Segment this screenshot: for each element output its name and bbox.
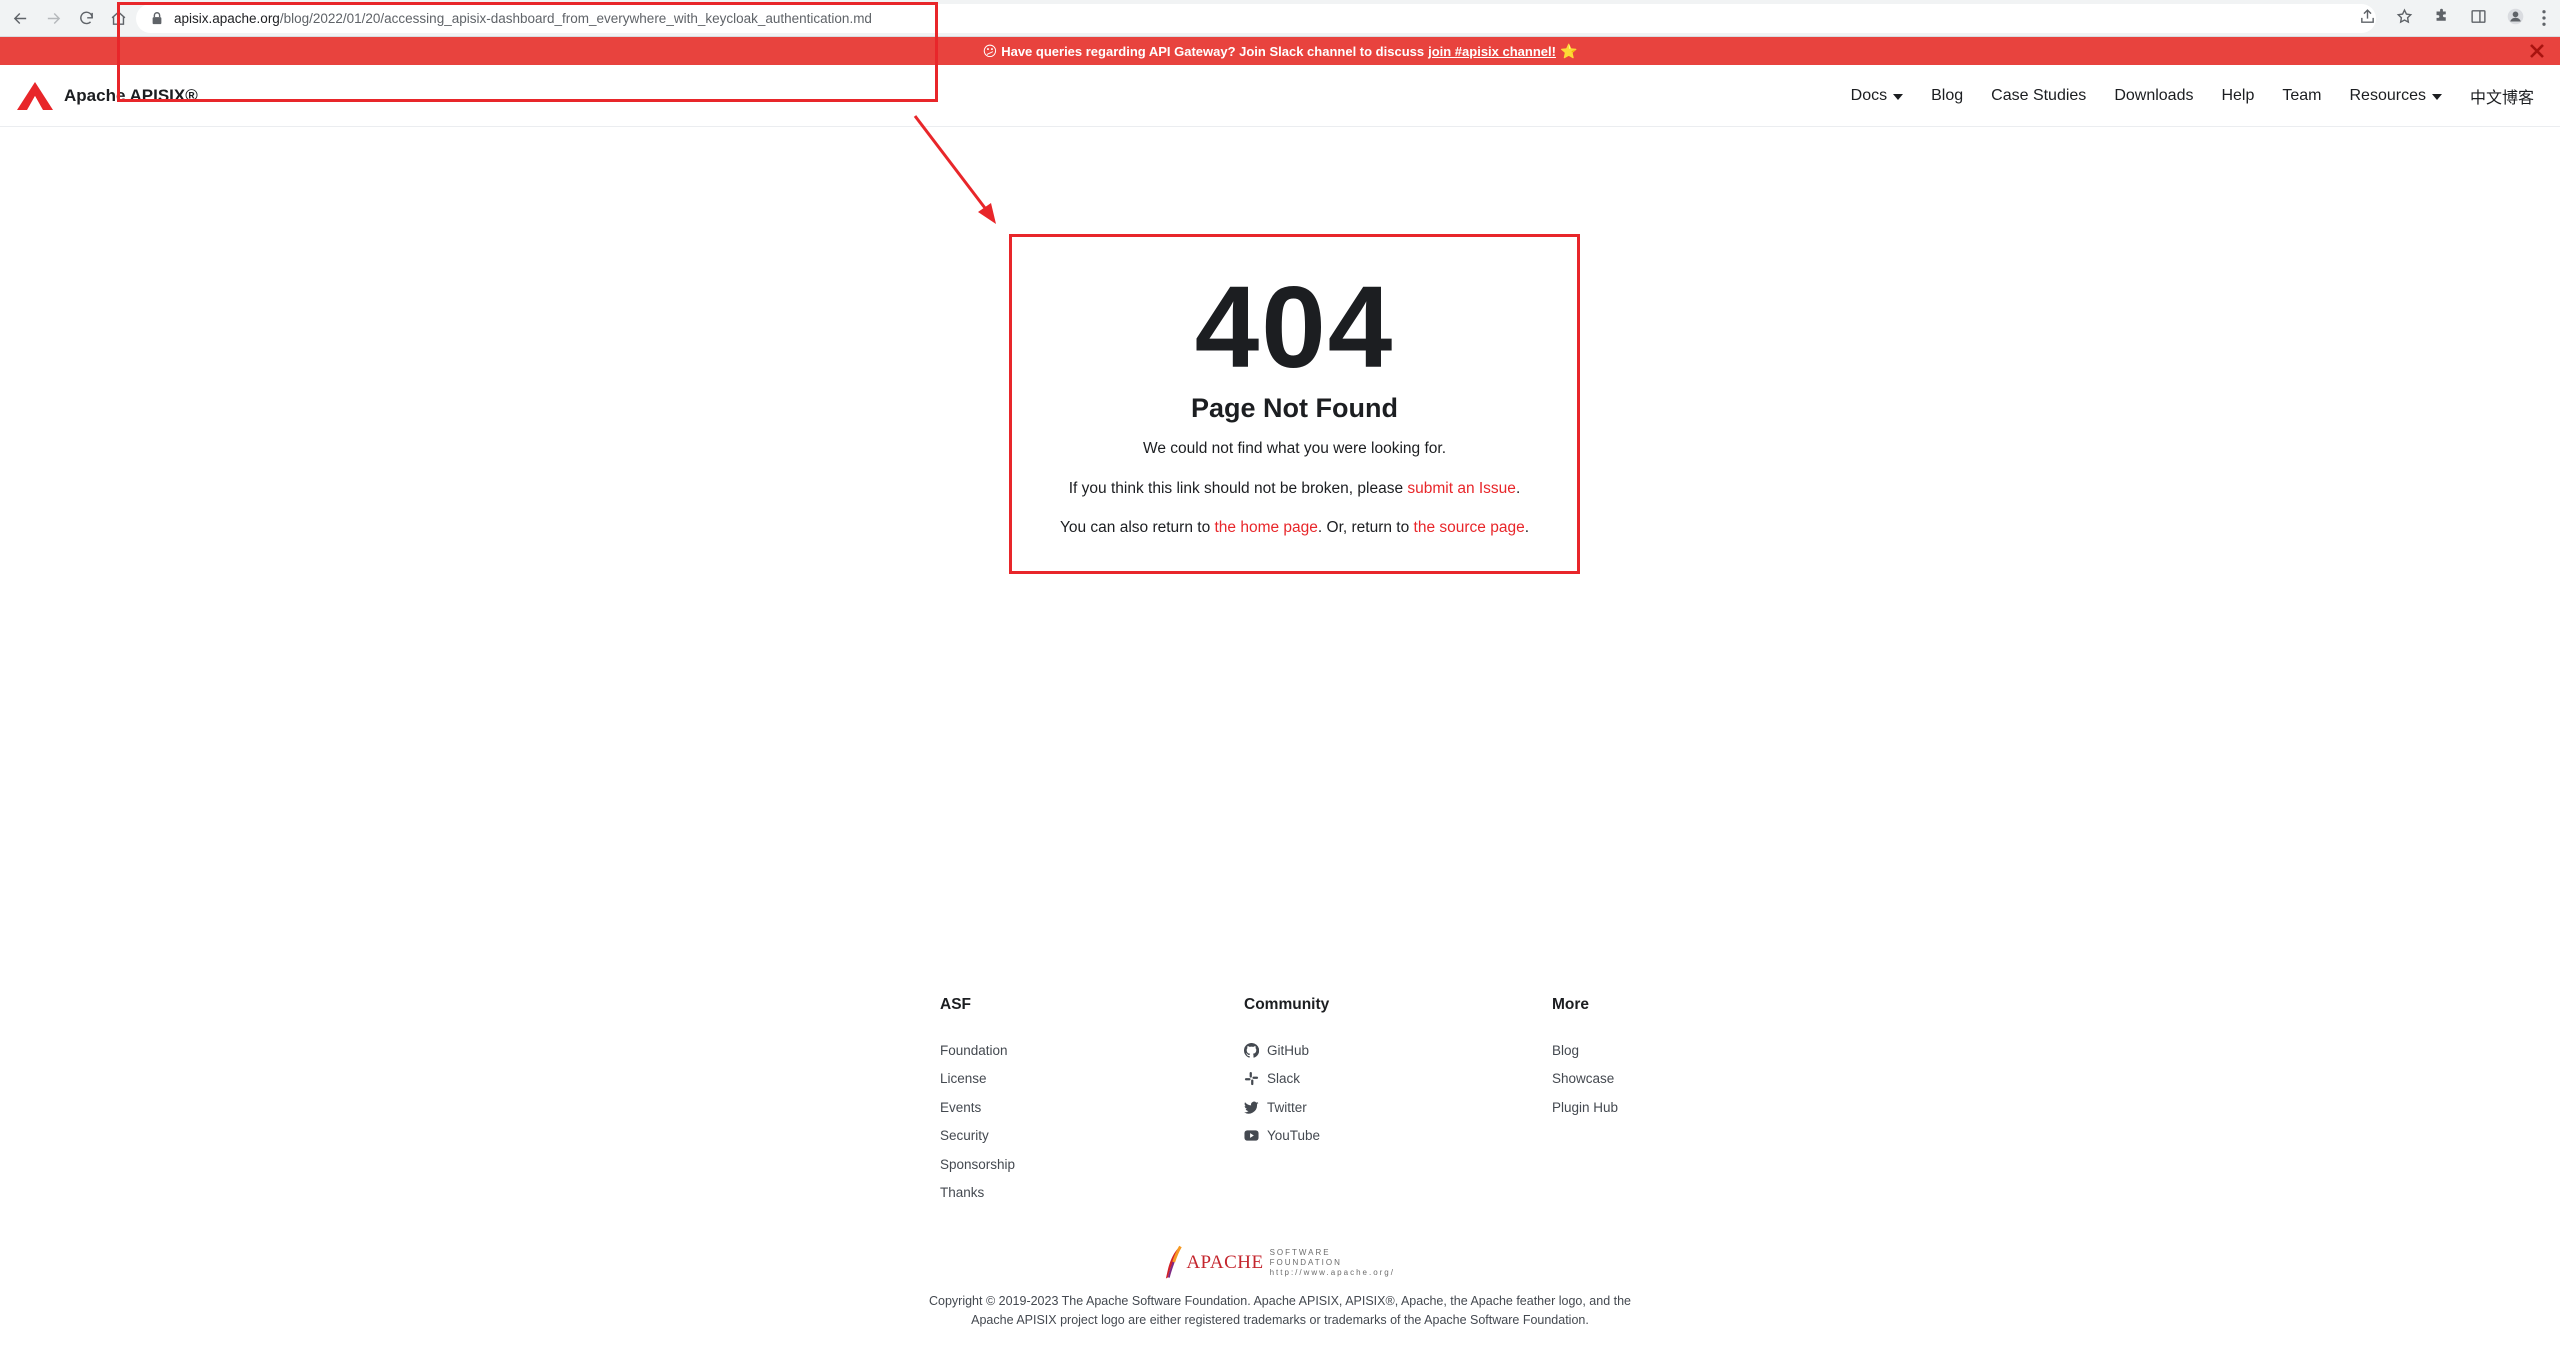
browser-toolbar: apisix.apache.org/blog/2022/01/20/access… bbox=[0, 0, 2560, 37]
nav-item-help[interactable]: Help bbox=[2221, 87, 2254, 105]
forward-icon[interactable] bbox=[41, 6, 65, 30]
browser-menu-icon[interactable] bbox=[2536, 9, 2552, 32]
nav-item-team[interactable]: Team bbox=[2282, 87, 2321, 105]
footer-link-license[interactable]: License bbox=[940, 1065, 1015, 1094]
footer-heading-more: More bbox=[1552, 996, 1590, 1013]
slack-icon bbox=[1244, 1072, 1259, 1086]
slack-channel-link[interactable]: join #apisix channel! bbox=[1428, 44, 1556, 59]
footer-link-foundation[interactable]: Foundation bbox=[940, 1036, 1015, 1065]
brand-link[interactable]: Apache APISIX® bbox=[16, 81, 198, 111]
side-panel-icon[interactable] bbox=[2470, 8, 2487, 30]
profile-avatar-icon[interactable] bbox=[2507, 8, 2524, 30]
nav-item-docs[interactable]: Docs bbox=[1851, 87, 1904, 105]
footer-link-events[interactable]: Events bbox=[940, 1093, 1015, 1122]
footer-link-sponsorship[interactable]: Sponsorship bbox=[940, 1150, 1015, 1179]
error-code: 404 bbox=[1194, 262, 1395, 392]
copyright-notice: Copyright © 2019-2023 The Apache Softwar… bbox=[928, 1294, 1631, 1327]
apache-wordmark: APACHE bbox=[1186, 1252, 1264, 1273]
home-page-link[interactable]: the home page bbox=[1215, 519, 1318, 536]
bookmark-star-icon[interactable] bbox=[2396, 7, 2413, 30]
home-icon[interactable] bbox=[106, 6, 130, 30]
footer-link-twitter[interactable]: Twitter bbox=[1244, 1093, 1329, 1122]
footer-link-blog[interactable]: Blog bbox=[1552, 1036, 1618, 1065]
apache-feather-icon bbox=[1165, 1245, 1182, 1279]
not-found-message: We could not find what you were looking … bbox=[1143, 440, 1446, 457]
nav-item-downloads[interactable]: Downloads bbox=[2114, 87, 2193, 105]
annotation-arrow bbox=[913, 115, 996, 224]
nav-item-case-studies[interactable]: Case Studies bbox=[1991, 87, 2086, 105]
footer-column-community: Community GitHub Slack Twitter YouTube bbox=[1244, 996, 1329, 1150]
reload-icon[interactable] bbox=[74, 6, 98, 30]
footer-link-thanks[interactable]: Thanks bbox=[940, 1179, 1015, 1208]
star-emoji-icon: ⭐ bbox=[1559, 42, 1578, 59]
footer-link-github[interactable]: GitHub bbox=[1244, 1036, 1329, 1065]
return-message: You can also return to the home page. Or… bbox=[1059, 519, 1530, 536]
footer-link-plugin-hub[interactable]: Plugin Hub bbox=[1552, 1093, 1618, 1122]
source-page-link[interactable]: the source page bbox=[1414, 519, 1525, 536]
apache-foundation-logo[interactable]: APACHE SOFTWARE FOUNDATION http://www.ap… bbox=[1163, 1243, 1403, 1283]
apisix-logo-icon bbox=[17, 82, 53, 110]
footer-heading-asf: ASF bbox=[940, 996, 971, 1013]
brand-title: Apache APISIX® bbox=[64, 86, 198, 105]
nav-item-blog[interactable]: Blog bbox=[1931, 87, 1963, 105]
twitter-icon bbox=[1244, 1101, 1259, 1114]
address-bar[interactable]: apisix.apache.org/blog/2022/01/20/access… bbox=[136, 4, 2376, 33]
submit-issue-link[interactable]: submit an Issue bbox=[1407, 480, 1516, 497]
youtube-icon bbox=[1244, 1130, 1259, 1141]
caret-down-icon bbox=[2431, 94, 2442, 100]
footer-link-security[interactable]: Security bbox=[940, 1122, 1015, 1151]
footer-column-asf: ASF Foundation License Events Security S… bbox=[940, 996, 1015, 1207]
page-title: Page Not Found bbox=[1191, 393, 1398, 423]
not-found-panel: 404 Page Not Found We could not find wha… bbox=[1009, 234, 1580, 574]
confused-emoji-icon: 😕 bbox=[982, 42, 998, 59]
footer-link-youtube[interactable]: YouTube bbox=[1244, 1122, 1329, 1151]
footer-column-more: More Blog Showcase Plugin Hub bbox=[1552, 996, 1618, 1122]
share-icon[interactable] bbox=[2359, 8, 2376, 30]
back-icon[interactable] bbox=[8, 6, 32, 30]
url-text: apisix.apache.org/blog/2022/01/20/access… bbox=[174, 11, 872, 26]
footer-heading-community: Community bbox=[1244, 996, 1330, 1013]
announcement-bar: 😕 Have queries regarding API Gateway? Jo… bbox=[0, 37, 2560, 65]
announcement-text: Have queries regarding API Gateway? Join… bbox=[1001, 43, 1425, 59]
nav-item-chinese-blog[interactable]: 中文博客 bbox=[2470, 84, 2534, 108]
nav-item-resources[interactable]: Resources bbox=[2350, 87, 2442, 105]
lock-icon bbox=[152, 12, 162, 25]
footer-link-showcase[interactable]: Showcase bbox=[1552, 1065, 1618, 1094]
apache-subtitle: SOFTWARE FOUNDATION http://www.apache.or… bbox=[1269, 1248, 1395, 1277]
footer-link-slack[interactable]: Slack bbox=[1244, 1065, 1329, 1094]
close-icon[interactable] bbox=[2528, 42, 2546, 60]
toolbar-actions bbox=[2359, 4, 2524, 33]
caret-down-icon bbox=[1893, 94, 1904, 100]
site-navbar: Apache APISIX® Docs Blog Case Studies Do… bbox=[0, 65, 2560, 127]
nav-menu: Docs Blog Case Studies Downloads Help Te… bbox=[1851, 65, 2534, 127]
extensions-icon[interactable] bbox=[2433, 8, 2450, 30]
broken-link-message: If you think this link should not be bro… bbox=[1068, 480, 1521, 497]
github-icon bbox=[1244, 1042, 1259, 1058]
